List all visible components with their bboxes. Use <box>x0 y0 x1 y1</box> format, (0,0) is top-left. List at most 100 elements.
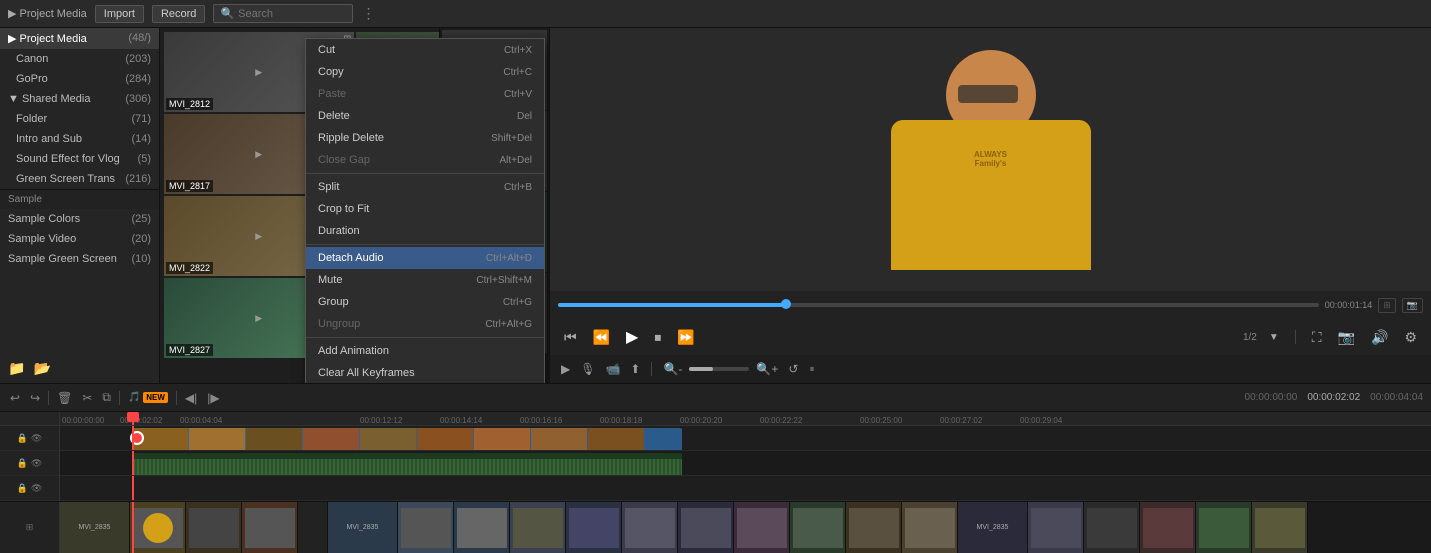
video-clip-main[interactable] <box>132 428 682 451</box>
skip-back-button[interactable]: ⏮ <box>560 327 581 348</box>
track-label-text: 🔒 👁 <box>0 476 59 501</box>
search-input[interactable] <box>238 8 346 20</box>
zoom-slider[interactable] <box>689 367 749 371</box>
ctx-split[interactable]: Split Ctrl+B <box>306 176 544 198</box>
preview-tb-mic[interactable]: 🎙 <box>577 360 598 378</box>
tl-undo[interactable]: ↩ <box>8 389 22 407</box>
preview-toolbar: ▶ 🎙 📹 ⬆ 🔍- 🔍+ ↺ ⏸ <box>550 355 1431 383</box>
tl-sep-3 <box>176 391 177 405</box>
sidebar-item-canon[interactable]: Canon (203) <box>0 49 159 69</box>
ctx-sep-2 <box>306 244 544 245</box>
thumb-1[interactable] <box>130 502 186 553</box>
search-icon: 🔍 <box>220 7 234 20</box>
preview-tb-export[interactable]: ⬆ <box>627 360 643 378</box>
speed-dropdown[interactable]: ▼ <box>1265 330 1283 345</box>
tl-redo[interactable]: ↪ <box>28 389 42 407</box>
preview-tb-pause-icon[interactable]: ⏸ <box>809 364 814 375</box>
project-media-label: ▶ Project Media <box>8 7 87 20</box>
thumb-14[interactable] <box>902 502 958 553</box>
tb-sep-1 <box>651 362 652 376</box>
ctx-delete[interactable]: Delete Del <box>306 105 544 127</box>
thumb-19[interactable] <box>1196 502 1252 553</box>
fullscreen-button[interactable]: ⛶ <box>1308 327 1326 348</box>
ctx-cut[interactable]: Cut Ctrl+X <box>306 39 544 61</box>
thumb-5[interactable] <box>398 502 454 553</box>
ctx-add-animation[interactable]: Add Animation <box>306 340 544 362</box>
thumb-17[interactable] <box>1084 502 1140 553</box>
thumb-16[interactable] <box>1028 502 1084 553</box>
thumb-3[interactable] <box>242 502 298 553</box>
thumb-20[interactable] <box>1252 502 1308 553</box>
thumb-9[interactable] <box>622 502 678 553</box>
snapshot-button[interactable]: 📷 <box>1334 327 1359 348</box>
tl-split-right[interactable]: |▶ <box>205 389 221 407</box>
sidebar-item-sample-colors[interactable]: Sample Colors (25) <box>0 209 159 229</box>
thumb-11[interactable] <box>734 502 790 553</box>
ctx-duration[interactable]: Duration <box>306 220 544 242</box>
sidebar-item-green-screen[interactable]: Green Screen Trans (216) <box>0 169 159 189</box>
sidebar-item-project-media[interactable]: ▶ Project Media (48/) <box>0 28 159 49</box>
audio-clip[interactable] <box>132 453 682 476</box>
more-options-icon[interactable]: ⋮ <box>361 5 375 22</box>
thumb-12[interactable] <box>790 502 846 553</box>
preview-area: ALWAYSFamily's 00:00:01:14 ⊞ 📷 ⏮ ⏪ ▶ ⏹ ⏩ <box>550 28 1431 383</box>
preview-controls: ⏮ ⏪ ▶ ⏹ ⏩ 1/2 ▼ ⛶ 📷 🔊 ⚙ <box>550 319 1431 355</box>
thumb-8[interactable] <box>566 502 622 553</box>
ctx-crop-to-fit[interactable]: Crop to Fit <box>306 198 544 220</box>
ctx-mute[interactable]: Mute Ctrl+Shift+M <box>306 269 544 291</box>
preview-tb-play[interactable]: ▶ <box>558 360 573 378</box>
thumb-2[interactable] <box>186 502 242 553</box>
settings-button[interactable]: ⚙ <box>1400 327 1421 348</box>
tl-audio-btn[interactable]: 🎵 NEW <box>126 390 170 405</box>
ctx-detach-audio[interactable]: Detach Audio Ctrl+Alt+D <box>306 247 544 269</box>
ctx-copy[interactable]: Copy Ctrl+C <box>306 61 544 83</box>
sidebar-item-folder[interactable]: Folder (71) <box>0 109 159 129</box>
sidebar-item-intro-sub[interactable]: Intro and Sub (14) <box>0 129 159 149</box>
tl-split-left[interactable]: ◀| <box>183 389 199 407</box>
preview-tb-zoom-out[interactable]: 🔍- <box>660 360 685 378</box>
progress-bar[interactable] <box>558 303 1319 307</box>
thumb-7[interactable] <box>510 502 566 553</box>
ctx-group[interactable]: Group Ctrl+G <box>306 291 544 313</box>
preview-tb-zoom-in[interactable]: 🔍+ <box>753 360 781 378</box>
frame-selector[interactable]: ⊞ <box>1378 298 1396 313</box>
preview-progress-bar: 00:00:01:14 ⊞ 📷 <box>550 291 1431 319</box>
context-menu: Cut Ctrl+X Copy Ctrl+C Paste Ctrl+V Dele… <box>305 38 545 383</box>
stop-button[interactable]: ⏹ <box>650 327 665 348</box>
ctx-ripple-delete[interactable]: Ripple Delete Shift+Del <box>306 127 544 149</box>
audio-track <box>60 451 1431 476</box>
tl-time-end2: 00:00:04:04 <box>1370 392 1423 403</box>
preview-tb-refresh[interactable]: ↺ <box>785 360 801 378</box>
play-button[interactable]: ▶ <box>622 325 642 349</box>
sidebar-item-gopro[interactable]: GoPro (284) <box>0 69 159 89</box>
volume-button[interactable]: 🔊 <box>1367 327 1392 348</box>
record-button[interactable]: Record <box>152 5 205 23</box>
thumb-4[interactable]: MVI_2835 <box>328 502 398 553</box>
preview-video: ALWAYSFamily's <box>550 28 1431 291</box>
progress-handle[interactable] <box>781 299 791 309</box>
person-body: ALWAYSFamily's <box>891 120 1091 270</box>
ctx-clear-keyframes[interactable]: Clear All Keyframes <box>306 362 544 383</box>
track-labels: 🔒 👁 🔒 👁 🔒 👁 <box>0 412 60 501</box>
add-folder-icon[interactable]: 📁 <box>8 360 25 377</box>
step-forward-button[interactable]: ⏩ <box>673 327 698 348</box>
thumb-6[interactable] <box>454 502 510 553</box>
thumb-18[interactable] <box>1140 502 1196 553</box>
preview-tb-cam[interactable]: 📹 <box>602 360 623 378</box>
sidebar-item-sample-green[interactable]: Sample Green Screen (10) <box>0 249 159 269</box>
screenshot-btn[interactable]: 📷 <box>1402 298 1423 313</box>
track-label-video: 🔒 👁 <box>0 426 59 451</box>
tl-delete[interactable]: 🗑 <box>55 389 74 407</box>
tl-cut[interactable]: ✂ <box>80 389 94 407</box>
sidebar-item-shared-media[interactable]: ▼ Shared Media (306) <box>0 89 159 109</box>
thumb-0[interactable]: MVI_2835 <box>60 502 130 553</box>
new-folder-icon[interactable]: 📂 <box>33 360 50 377</box>
thumb-15[interactable]: MVI_2835 <box>958 502 1028 553</box>
thumb-10[interactable] <box>678 502 734 553</box>
step-back-button[interactable]: ⏪ <box>589 327 614 348</box>
sidebar-item-sample-video[interactable]: Sample Video (20) <box>0 229 159 249</box>
import-button[interactable]: Import <box>95 5 144 23</box>
thumb-13[interactable] <box>846 502 902 553</box>
sidebar-item-sound-effect[interactable]: Sound Effect for Vlog (5) <box>0 149 159 169</box>
tl-copy[interactable]: ⧉ <box>100 388 113 407</box>
